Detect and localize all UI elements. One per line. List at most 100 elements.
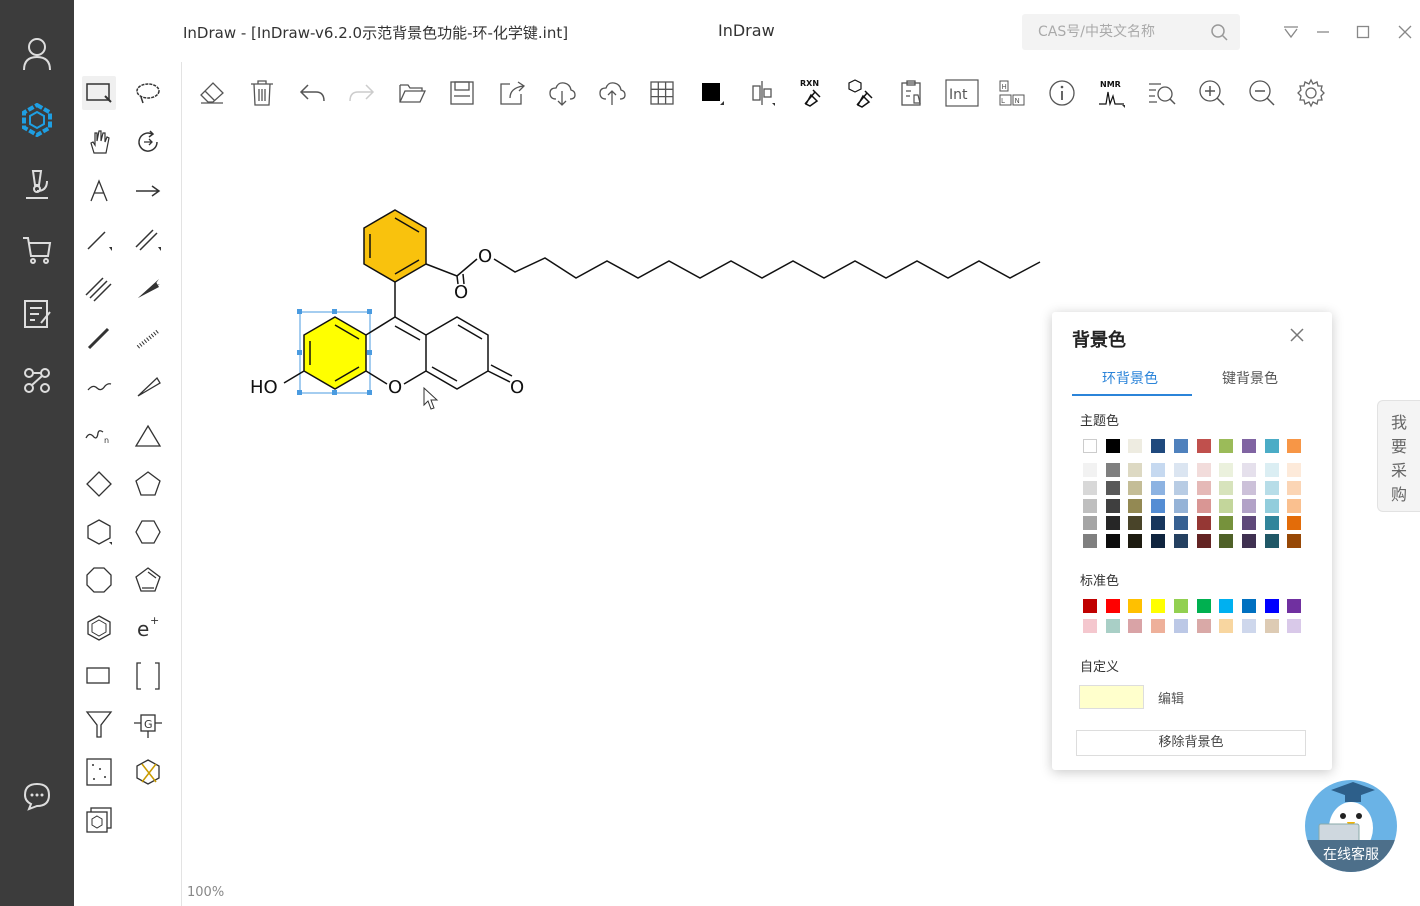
theme-shade-swatch[interactable] [1105,498,1120,513]
theme-shade-swatch[interactable] [1128,516,1143,531]
text-tool-icon[interactable] [82,174,116,208]
theme-shade-swatch[interactable] [1287,463,1302,477]
theme-shade-swatch[interactable] [1105,480,1120,495]
theme-shade-swatch[interactable] [1219,480,1234,495]
standard-color-swatch[interactable] [1173,599,1188,613]
export-icon[interactable] [497,78,527,108]
theme-shade-swatch[interactable] [1151,516,1166,531]
standard-color-swatch[interactable] [1151,619,1166,633]
template-grid-tool-icon[interactable] [82,755,116,789]
theme-shade-swatch[interactable] [1219,534,1234,549]
theme-shade-swatch[interactable] [1151,480,1166,495]
trash-icon[interactable] [247,78,277,108]
theme-shade-swatch[interactable] [1287,480,1302,495]
electron-charge-tool-icon[interactable]: e + [131,611,165,645]
reaction-cleanup-icon[interactable]: RXN [797,78,827,108]
theme-shade-swatch[interactable] [1287,498,1302,513]
theme-shade-swatch[interactable] [1196,463,1211,477]
hand-pan-tool-icon[interactable] [82,125,116,159]
theme-shade-swatch[interactable] [1264,498,1279,513]
theme-shade-swatch[interactable] [1173,480,1188,495]
remove-background-button[interactable]: 移除背景色 [1076,730,1306,756]
funnel-tool-icon[interactable] [82,707,116,741]
standard-color-swatch[interactable] [1264,599,1279,613]
structure-cleanup-icon[interactable] [847,78,877,108]
save-icon[interactable] [447,78,477,108]
chain-tool-icon[interactable]: n [82,419,116,453]
rotate-tool-icon[interactable] [131,125,165,159]
theme-shade-swatch[interactable] [1105,534,1120,549]
octagon-ring-tool-icon[interactable] [82,563,116,597]
chat-icon[interactable] [17,776,57,816]
standard-color-swatch[interactable] [1219,619,1234,633]
theme-shade-swatch[interactable] [1241,534,1256,549]
theme-shade-swatch[interactable] [1196,516,1211,531]
double-bond-tool-icon[interactable] [131,223,165,257]
theme-shade-swatch[interactable] [1241,516,1256,531]
settings-gear-icon[interactable] [1296,78,1326,108]
hln-labels-icon[interactable]: HL N [997,78,1027,108]
close-icon[interactable] [1288,326,1306,344]
custom-color-swatch[interactable] [1079,685,1144,709]
standard-color-swatch[interactable] [1241,599,1256,613]
standard-color-swatch[interactable] [1219,599,1234,613]
theme-shade-swatch[interactable] [1173,463,1188,477]
tab-ring-background[interactable]: 环背景色 [1102,368,1158,388]
int-format-icon[interactable]: Int [945,78,979,108]
theme-shade-swatch[interactable] [1219,498,1234,513]
theme-shade-swatch[interactable] [1105,516,1120,531]
standard-color-swatch[interactable] [1196,599,1211,613]
zoom-out-icon[interactable] [1247,78,1277,108]
standard-color-swatch[interactable] [1083,599,1097,613]
theme-shade-swatch[interactable] [1151,463,1166,477]
theme-shade-swatch[interactable] [1264,534,1279,549]
hashed-bond-tool-icon[interactable] [131,321,165,355]
group-abbreviation-tool-icon[interactable]: G [131,707,165,741]
network-icon[interactable] [17,360,57,400]
theme-color-swatch[interactable] [1151,439,1166,453]
bold-bond-tool-icon[interactable] [82,321,116,355]
standard-color-swatch[interactable] [1287,619,1302,633]
notes-icon[interactable] [17,294,57,334]
theme-shade-swatch[interactable] [1083,498,1097,513]
theme-color-swatch[interactable] [1287,439,1302,453]
hollow-wedge-tool-icon[interactable] [131,370,165,404]
theme-shade-swatch[interactable] [1219,516,1234,531]
theme-shade-swatch[interactable] [1241,463,1256,477]
theme-shade-swatch[interactable] [1196,498,1211,513]
theme-shade-swatch[interactable] [1241,480,1256,495]
search-structure-icon[interactable] [1147,78,1177,108]
search-icon[interactable] [1210,23,1228,41]
maximize-button[interactable] [1353,22,1373,42]
triple-bond-tool-icon[interactable] [82,272,116,306]
standard-color-swatch[interactable] [1173,619,1188,633]
theme-shade-swatch[interactable] [1128,534,1143,549]
pentagon-ring-tool-icon[interactable] [131,467,165,501]
benzene-ring-tool-icon[interactable] [82,611,116,645]
theme-shade-swatch[interactable] [1083,516,1097,531]
tab-bond-background[interactable]: 键背景色 [1222,368,1278,388]
theme-shade-swatch[interactable] [1128,463,1143,477]
theme-shade-swatch[interactable] [1151,534,1166,549]
rectangle-select-tool-icon[interactable] [82,76,116,110]
eraser-icon[interactable] [197,78,227,108]
theme-color-swatch[interactable] [1105,439,1120,453]
rectangle-shape-tool-icon[interactable] [82,659,116,693]
purchase-side-tab[interactable]: 我 要 采 购 [1377,400,1420,512]
theme-shade-swatch[interactable] [1196,534,1211,549]
bracket-tool-icon[interactable] [131,659,165,693]
theme-shade-swatch[interactable] [1151,498,1166,513]
standard-color-swatch[interactable] [1105,599,1120,613]
standard-color-swatch[interactable] [1264,619,1279,633]
standard-color-swatch[interactable] [1128,599,1143,613]
theme-shade-swatch[interactable] [1264,480,1279,495]
align-icon[interactable] [747,78,777,108]
standard-color-swatch[interactable] [1287,599,1302,613]
theme-shade-swatch[interactable] [1128,498,1143,513]
square-ring-tool-icon[interactable] [82,467,116,501]
edit-color-button[interactable]: 编辑 [1158,688,1184,707]
theme-shade-swatch[interactable] [1083,480,1097,495]
theme-shade-swatch[interactable] [1128,480,1143,495]
cas-search-input[interactable] [1036,14,1210,50]
zoom-in-icon[interactable] [1197,78,1227,108]
